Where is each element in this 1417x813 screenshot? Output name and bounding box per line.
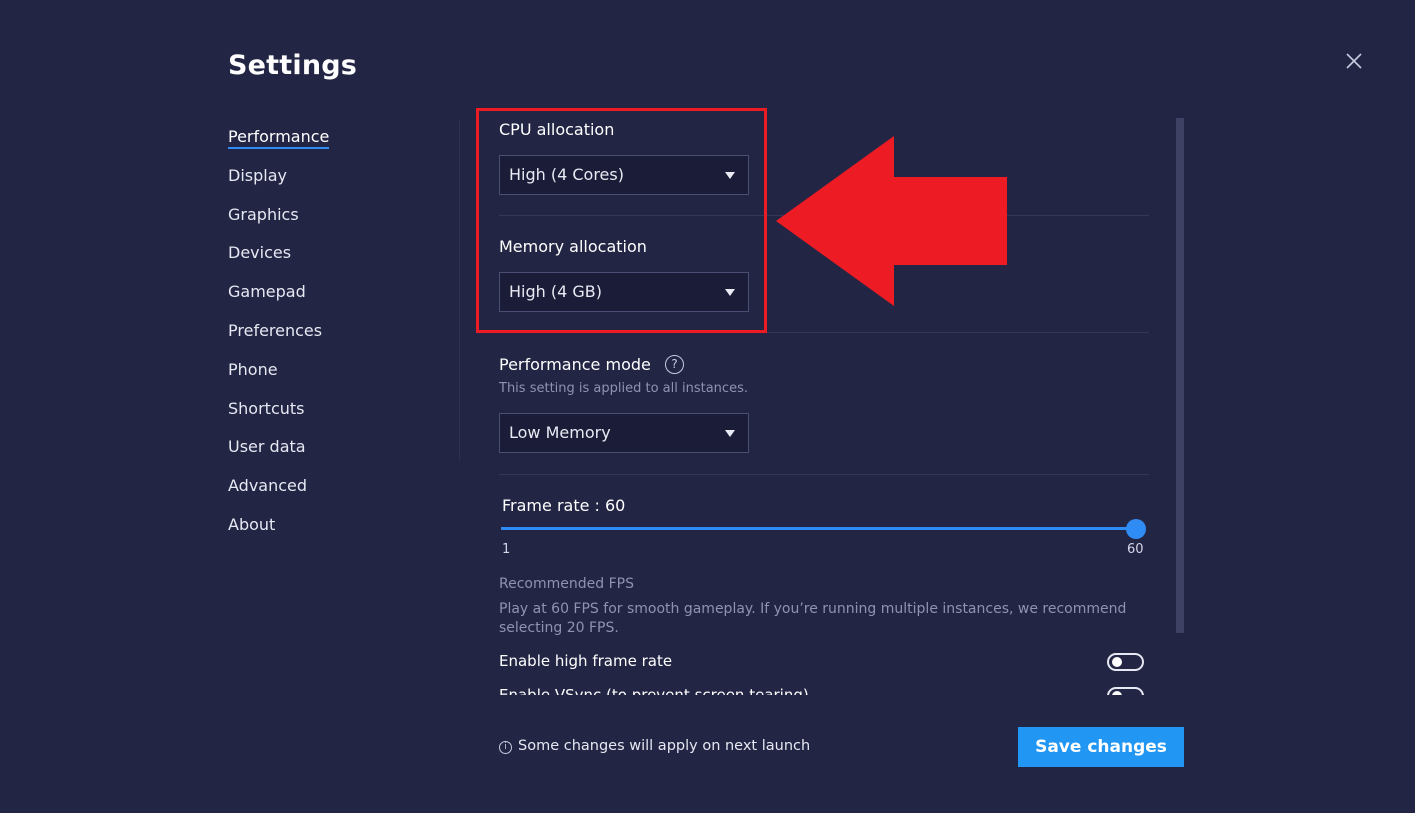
vsync-label: Enable VSync (to prevent screen tearing): [499, 686, 809, 695]
frame-rate-min: 1: [502, 542, 511, 557]
sidebar-item-advanced[interactable]: Advanced: [228, 473, 329, 512]
sidebar-item-devices[interactable]: Devices: [228, 240, 329, 279]
section-divider: [499, 474, 1149, 475]
page-title: Settings: [228, 50, 358, 81]
performance-mode-select[interactable]: Low Memory: [499, 413, 749, 453]
performance-mode-note: This setting is applied to all instances…: [499, 381, 748, 396]
close-icon[interactable]: [1341, 48, 1367, 74]
sidebar-item-performance[interactable]: Performance: [228, 124, 330, 163]
recommended-fps-title: Recommended FPS: [499, 576, 634, 592]
save-changes-button[interactable]: Save changes: [1018, 727, 1184, 767]
sidebar-item-gamepad[interactable]: Gamepad: [228, 279, 329, 318]
recommended-fps-text: Play at 60 FPS for smooth gameplay. If y…: [499, 601, 1127, 636]
sidebar-item-preferences[interactable]: Preferences: [228, 318, 329, 357]
footer-note: i Some changes will apply on next launch: [499, 738, 810, 754]
sidebar-item-phone[interactable]: Phone: [228, 357, 329, 396]
toggle-knob: [1112, 691, 1122, 695]
caret-down-icon: [725, 430, 735, 437]
performance-mode-value: Low Memory: [509, 423, 611, 442]
settings-sidebar: Performance Display Graphics Devices Gam…: [228, 124, 330, 551]
sidebar-item-display[interactable]: Display: [228, 163, 329, 202]
help-icon[interactable]: ?: [665, 355, 684, 374]
sidebar-item-graphics[interactable]: Graphics: [228, 202, 329, 241]
frame-rate-slider-thumb[interactable]: [1126, 519, 1146, 539]
annotation-arrow-icon: [776, 136, 1007, 306]
info-icon: i: [499, 741, 512, 754]
sidebar-item-user-data[interactable]: User data: [228, 434, 329, 473]
frame-rate-slider-track[interactable]: [501, 527, 1136, 530]
sidebar-item-about[interactable]: About: [228, 512, 329, 551]
sidebar-divider: [459, 120, 460, 460]
performance-mode-label: Performance mode: [499, 355, 651, 374]
content-scrollbar[interactable]: [1176, 118, 1184, 633]
frame-rate-max: 60: [1127, 542, 1144, 557]
frame-rate-label: Frame rate : 60: [502, 496, 626, 515]
footer-note-text: Some changes will apply on next launch: [518, 738, 811, 754]
high-frame-rate-toggle[interactable]: [1107, 653, 1144, 671]
toggle-knob: [1112, 657, 1122, 667]
high-frame-rate-label: Enable high frame rate: [499, 652, 673, 670]
sidebar-item-shortcuts[interactable]: Shortcuts: [228, 396, 329, 435]
vsync-toggle[interactable]: [1107, 687, 1144, 695]
annotation-highlight-box: [476, 108, 767, 333]
